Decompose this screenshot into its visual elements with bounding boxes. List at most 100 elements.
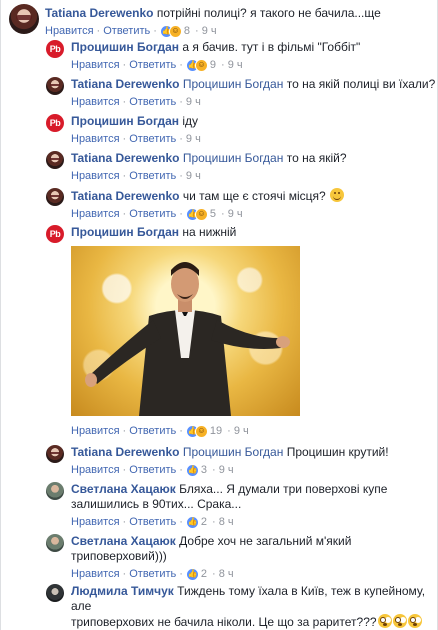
timestamp[interactable]: 9 ч xyxy=(186,169,201,183)
shocked-emoji-icon xyxy=(377,614,392,628)
avatar[interactable]: Pb xyxy=(46,225,64,243)
author-name[interactable]: Процишин Богдан xyxy=(71,114,179,128)
reaction-count: 19 xyxy=(209,425,223,437)
avatar[interactable] xyxy=(46,188,64,206)
comment: Tatiana Derewenko Процишин Богдан Проциш… xyxy=(46,445,389,477)
mention-link[interactable]: Процишин Богдан xyxy=(183,77,284,91)
comment: Tatiana Derewenko Процишин Богдан то на … xyxy=(46,151,347,183)
avatar[interactable] xyxy=(46,445,64,463)
avatar[interactable] xyxy=(46,482,64,500)
author-name[interactable]: Tatiana Derewenko xyxy=(71,77,179,91)
timestamp[interactable]: 9 ч xyxy=(202,24,217,38)
author-name[interactable]: Tatiana Derewenko xyxy=(71,151,179,165)
haha-icon: ☺ xyxy=(168,24,182,38)
reaction-count: 5 xyxy=(209,208,217,220)
comment: Pb Процишин Богдан іду Нравится · Ответит… xyxy=(46,114,201,146)
comment-text: іду xyxy=(182,114,199,128)
author-name[interactable]: Tatiana Derewenko xyxy=(45,6,153,20)
smile-emoji-icon xyxy=(330,188,345,202)
reply-link[interactable]: Ответить xyxy=(129,567,176,581)
like-link[interactable]: Нравится xyxy=(71,132,120,146)
comment: Pb Процишин Богдан а я бачив. тут і в фі… xyxy=(46,40,360,72)
author-name[interactable]: Tatiana Derewenko xyxy=(71,445,179,459)
like-link[interactable]: Нравится xyxy=(71,169,120,183)
comment: Светлана Хацаюк Бляха... Я думали три по… xyxy=(46,482,387,529)
avatar[interactable] xyxy=(46,151,64,169)
author-name[interactable]: Tatiana Derewenko xyxy=(71,189,179,203)
comment-text: Процишин крутий! xyxy=(286,445,389,459)
like-icon: 👍 xyxy=(185,463,199,477)
author-name[interactable]: Светлана Хацаюк xyxy=(71,482,176,496)
avatar[interactable] xyxy=(9,4,39,34)
avatar[interactable] xyxy=(46,534,64,552)
comment-text: то на якій? xyxy=(286,151,347,165)
author-name[interactable]: Светлана Хацаюк xyxy=(71,534,176,548)
reaction-count: 3 xyxy=(200,464,208,476)
timestamp[interactable]: 8 ч xyxy=(219,567,234,581)
like-link[interactable]: Нравится xyxy=(71,424,120,438)
reaction-count: 2 xyxy=(200,568,208,580)
comments-thread: Tatiana Derewenko потрійні полиці? я так… xyxy=(0,0,438,630)
reply-link[interactable]: Ответить xyxy=(103,24,150,38)
reply-link[interactable]: Ответить xyxy=(129,132,176,146)
comment-text: чи там ще є стоячі місця? xyxy=(182,189,326,203)
timestamp[interactable]: 9 ч xyxy=(219,463,234,477)
like-link[interactable]: Нравится xyxy=(71,515,120,529)
avatar[interactable]: Pb xyxy=(46,40,64,58)
reply-link[interactable]: Ответить xyxy=(129,207,176,221)
reactions[interactable]: 👍 3 xyxy=(185,463,208,477)
reaction-count: 9 xyxy=(209,59,217,71)
reactions[interactable]: 👍 ☺ 9 xyxy=(185,58,217,72)
comment: Tatiana Derewenko чи там ще є стоячі міс… xyxy=(46,188,345,221)
avatar[interactable]: Pb xyxy=(46,114,64,132)
timestamp[interactable]: 9 ч xyxy=(234,424,249,438)
comment: Pb Процишин Богдан на нижній Нравится · … xyxy=(46,225,300,438)
reaction-count: 8 xyxy=(183,25,191,37)
avatar[interactable] xyxy=(46,584,64,602)
mention-link[interactable]: Процишин Богдан xyxy=(183,151,284,165)
reply-link[interactable]: Ответить xyxy=(129,463,176,477)
comment-text-continued: залишились в 90тих... Срака... xyxy=(71,497,242,511)
author-name[interactable]: Людмила Тимчук xyxy=(71,584,174,598)
timestamp[interactable]: 9 ч xyxy=(186,95,201,109)
reactions[interactable]: 👍 2 xyxy=(185,567,208,581)
author-name[interactable]: Процишин Богдан xyxy=(71,40,179,54)
comment: Tatiana Derewenko Процишин Богдан то на … xyxy=(46,77,435,109)
like-link[interactable]: Нравится xyxy=(71,207,120,221)
author-name[interactable]: Процишин Богдан xyxy=(71,225,179,239)
reactions[interactable]: 👍 ☺ 19 xyxy=(185,424,223,438)
avatar[interactable] xyxy=(46,77,64,95)
attached-photo[interactable] xyxy=(71,246,300,416)
haha-icon: ☺ xyxy=(194,424,208,438)
like-link[interactable]: Нравится xyxy=(71,95,120,109)
reactions[interactable]: 👍 ☺ 5 xyxy=(185,207,217,221)
reaction-count: 2 xyxy=(200,516,208,528)
reply-link[interactable]: Ответить xyxy=(129,169,176,183)
shocked-emoji-icon xyxy=(392,614,407,628)
comment-text-continued: триповерхових не бачила ніколи. Це що за… xyxy=(71,615,377,629)
timestamp[interactable]: 9 ч xyxy=(228,58,243,72)
comment: Tatiana Derewenko потрійні полиці? я так… xyxy=(9,4,381,38)
timestamp[interactable]: 8 ч xyxy=(219,515,234,529)
like-link[interactable]: Нравится xyxy=(45,24,94,38)
timestamp[interactable]: 9 ч xyxy=(228,207,243,221)
haha-icon: ☺ xyxy=(194,58,208,72)
haha-icon: ☺ xyxy=(194,207,208,221)
shocked-emoji-icon xyxy=(407,614,422,628)
reactions[interactable]: 👍 ☺ 8 xyxy=(159,24,191,38)
reply-link[interactable]: Ответить xyxy=(129,58,176,72)
like-link[interactable]: Нравится xyxy=(71,463,120,477)
reply-link[interactable]: Ответить xyxy=(129,95,176,109)
comment-text: Добре хоч не загальний м'який xyxy=(179,534,352,548)
like-link[interactable]: Нравится xyxy=(71,567,120,581)
reactions[interactable]: 👍 2 xyxy=(185,515,208,529)
comment: Людмила Тимчук Тиждень тому їхала в Київ… xyxy=(46,584,437,630)
timestamp[interactable]: 9 ч xyxy=(186,132,201,146)
reply-link[interactable]: Ответить xyxy=(129,424,176,438)
comment-text: на нижній xyxy=(182,225,237,239)
like-icon: 👍 xyxy=(185,515,199,529)
like-link[interactable]: Нравится xyxy=(71,58,120,72)
reply-link[interactable]: Ответить xyxy=(129,515,176,529)
comment-text-continued: триповерховий))) xyxy=(71,549,167,563)
mention-link[interactable]: Процишин Богдан xyxy=(183,445,284,459)
